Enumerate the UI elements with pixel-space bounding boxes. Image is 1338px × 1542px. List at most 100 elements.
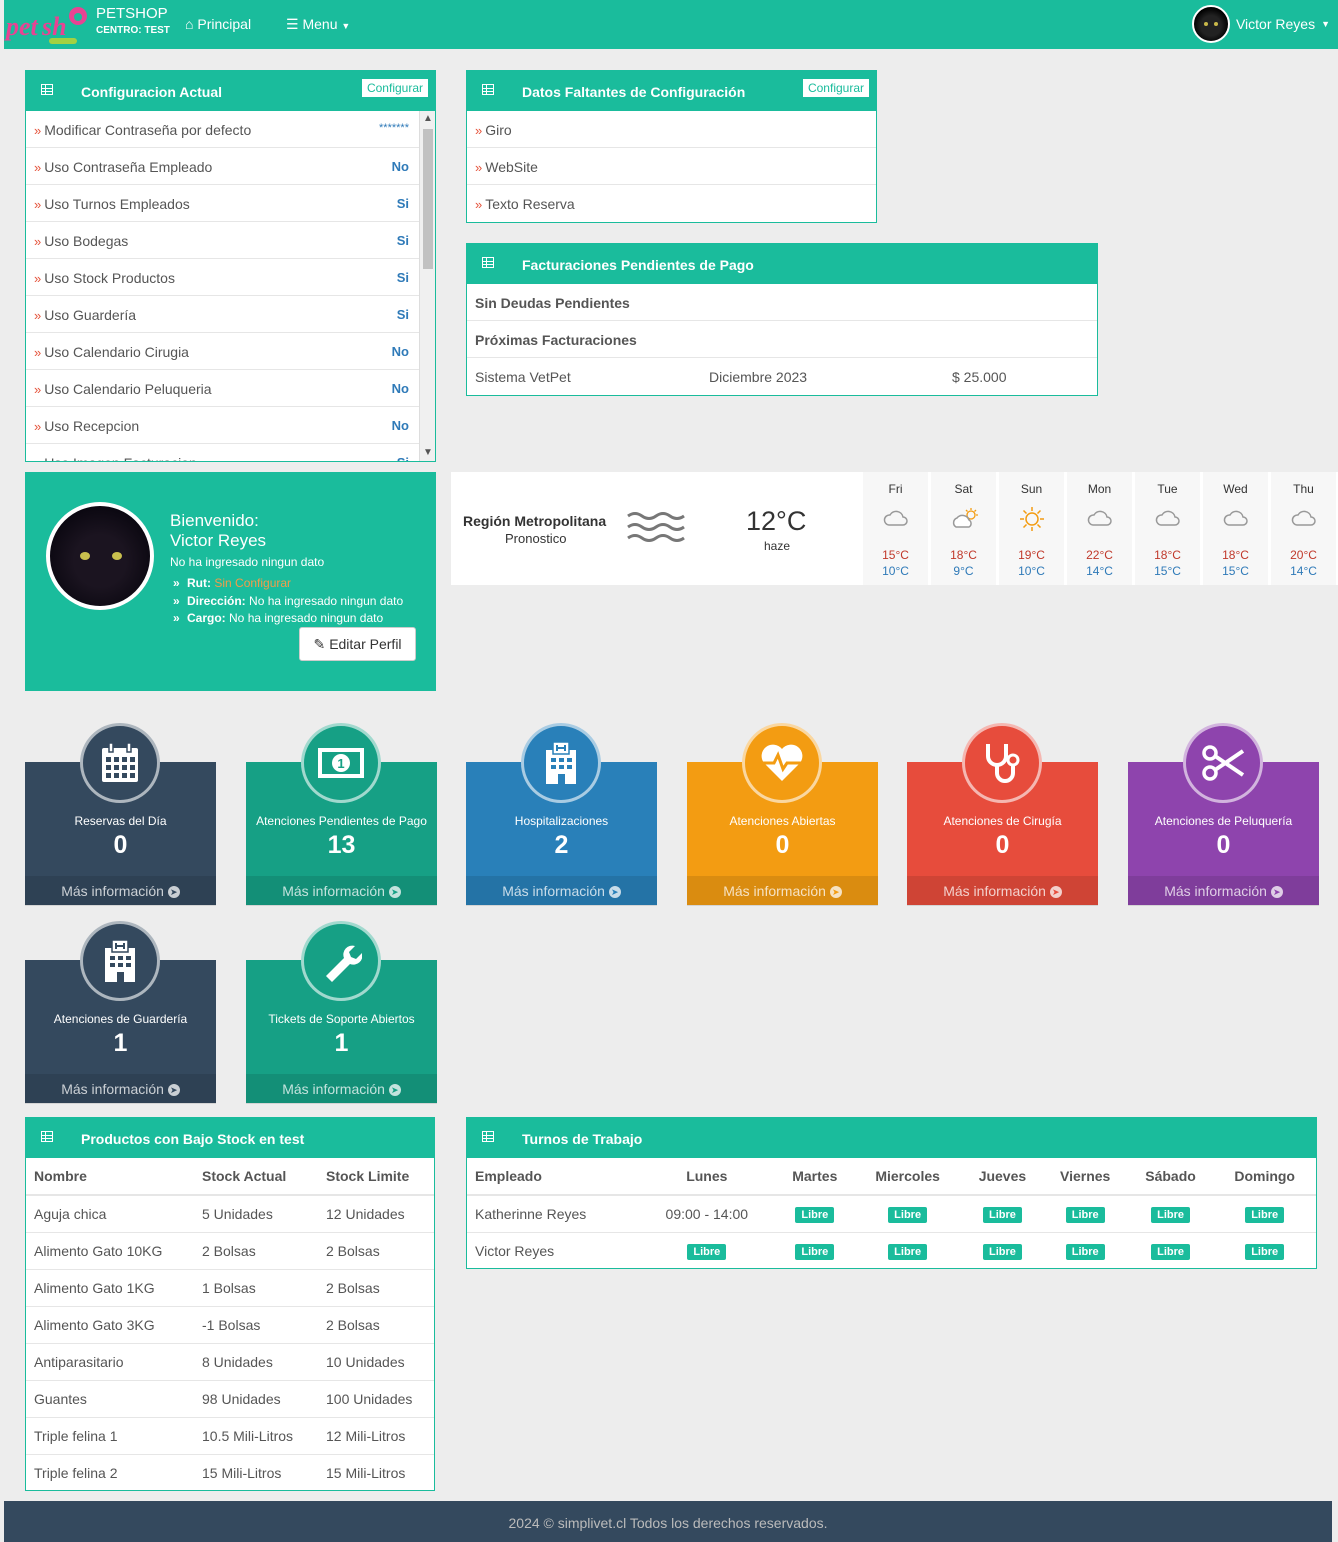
shifts-panel-header: Turnos de Trabajo <box>467 1118 1316 1158</box>
missing-panel-header: Datos Faltantes de Configuración Configu… <box>467 71 876 111</box>
more-info-label: Más información <box>502 883 605 899</box>
cloud-icon <box>1087 508 1113 531</box>
table-header[interactable]: Martes <box>776 1158 853 1196</box>
stat-box: Atenciones de Cirugía 0 Más información ➤ <box>907 723 1098 906</box>
table-icon <box>482 257 494 268</box>
more-info-link[interactable]: Más información ➤ <box>25 1074 216 1104</box>
table-row: Alimento Gato 1KG 1 Bolsas 2 Bolsas <box>26 1269 434 1307</box>
config-label-text: Uso Imagen Facturacion <box>44 455 197 461</box>
table-header[interactable]: Jueves <box>962 1158 1043 1196</box>
top-navbar: pet sh PETSHOP CENTRO: TEST ⌂ Principal … <box>4 0 1338 49</box>
config-label-text: Uso Contraseña Empleado <box>44 159 213 175</box>
table-cell: Libre <box>776 1195 853 1233</box>
forecast-low: 15°C <box>1222 564 1249 578</box>
weather-region: Región Metropolitana <box>463 513 607 529</box>
config-row-value: Si <box>396 270 409 285</box>
stat-value: 13 <box>327 831 356 859</box>
edit-profile-button[interactable]: ✎ Editar Perfil <box>299 627 416 661</box>
billing-panel-header: Facturaciones Pendientes de Pago <box>467 244 1097 284</box>
more-info-link[interactable]: Más información ➤ <box>687 876 878 906</box>
edit-profile-label: Editar Perfil <box>329 636 402 652</box>
table-cell: Libre <box>1128 1232 1214 1269</box>
nav-home-label: Principal <box>197 16 252 32</box>
petshop-logo[interactable]: pet sh <box>4 0 92 49</box>
profile-card: Bienvenido: Victor Reyes No ha ingresado… <box>25 472 436 691</box>
brand-title: PETSHOP <box>96 5 168 22</box>
scroll-thumb[interactable] <box>423 129 433 269</box>
stat-value: 0 <box>995 831 1010 859</box>
config-row: » Uso Guardería Si <box>26 296 419 333</box>
svg-text:1: 1 <box>337 756 344 771</box>
table-header[interactable]: Domingo <box>1213 1158 1316 1196</box>
stat-box: Reservas del Día 0 Más información ➤ <box>25 723 216 906</box>
more-info-link[interactable]: Más información ➤ <box>246 876 437 906</box>
stat-caption: Atenciones de Cirugía <box>943 814 1062 828</box>
table-header[interactable]: Nombre <box>26 1158 194 1196</box>
more-info-label: Más información <box>282 1081 385 1097</box>
config-scrollbar[interactable]: ▲ ▼ <box>419 111 435 461</box>
table-cell: Alimento Gato 3KG <box>26 1306 194 1344</box>
table-header[interactable]: Sábado <box>1127 1158 1214 1196</box>
table-cell: Triple felina 2 <box>34 1464 118 1481</box>
shift-status-badge: Libre <box>1151 1206 1190 1223</box>
user-name: Victor Reyes <box>1235 16 1316 32</box>
more-info-label: Más información <box>1164 883 1267 899</box>
config-row-value: No <box>391 159 409 174</box>
table-header[interactable]: Empleado <box>467 1158 637 1196</box>
table-cell: Katherinne Reyes <box>467 1195 637 1233</box>
table-row: Triple felina 1 10.5 Mili-Litros 12 Mili-L… <box>26 1417 434 1455</box>
more-info-link[interactable]: Más información ➤ <box>25 876 216 906</box>
user-menu[interactable]: Victor Reyes ▼ <box>1191 4 1330 44</box>
configure-button[interactable]: Configurar <box>802 79 869 97</box>
more-info-link[interactable]: Más información ➤ <box>1128 876 1319 906</box>
table-header[interactable]: Viernes <box>1042 1158 1128 1196</box>
edit-icon: ✎ <box>313 635 326 652</box>
heartbeat-icon <box>742 723 822 803</box>
table-icon <box>482 1131 494 1142</box>
stat-box: 1 Atenciones Pendientes de Pago 13 Más info… <box>246 723 437 906</box>
rut-label: Rut: <box>187 576 211 590</box>
forecast-low: 10°C <box>882 564 909 578</box>
more-info-link[interactable]: Más información ➤ <box>246 1074 437 1104</box>
svg-text:sh: sh <box>41 12 67 41</box>
partly-sunny-icon <box>951 508 981 533</box>
table-cell: Libre <box>1043 1232 1128 1269</box>
nav-home-link[interactable]: ⌂ Principal <box>185 16 251 32</box>
more-info-link[interactable]: Más información ➤ <box>907 876 1098 906</box>
wrench-icon <box>301 921 381 1001</box>
config-row-value: No <box>391 381 409 396</box>
table-row: Antiparasitario 8 Unidades 10 Unidades <box>26 1343 434 1381</box>
stat-value: 1 <box>334 1029 349 1057</box>
config-row: » Uso Recepcion No <box>26 407 419 444</box>
table-cell: Antiparasitario <box>26 1343 194 1381</box>
table-cell: Libre <box>1213 1195 1316 1233</box>
config-row-label: » Modificar Contraseña por defecto <box>34 122 251 138</box>
nav-menu-dropdown[interactable]: ☰ Menu ▼ <box>286 16 350 33</box>
stat-caption: Tickets de Soporte Abiertos <box>268 1012 415 1026</box>
config-row-label: » Uso Calendario Peluqueria <box>34 381 212 397</box>
missing-data-panel: Datos Faltantes de Configuración Configu… <box>466 70 877 223</box>
configure-button[interactable]: Configurar <box>361 79 428 97</box>
brand-center: CENTRO: TEST <box>96 25 170 36</box>
shift-status-badge: Libre <box>1151 1243 1190 1260</box>
more-info-label: Más información <box>282 883 385 899</box>
cloud-icon <box>1291 508 1317 531</box>
scroll-down-icon[interactable]: ▼ <box>420 445 435 461</box>
forecast-low: 10°C <box>1018 564 1045 578</box>
config-row-value: Si <box>396 196 409 211</box>
billing-month: Diciembre 2023 <box>709 369 808 385</box>
chevron-right-icon: » <box>475 160 483 175</box>
missing-row-label: » WebSite <box>475 159 538 175</box>
table-header[interactable]: Stock Limite <box>318 1158 434 1196</box>
forecast-day: Mon 22°C 14°C <box>1066 472 1132 585</box>
more-info-link[interactable]: Más información ➤ <box>466 876 657 906</box>
table-header[interactable]: Lunes <box>637 1158 777 1196</box>
profile-name: Victor Reyes <box>170 531 267 550</box>
missing-row-label: » Texto Reserva <box>475 196 575 212</box>
forecast-low: 14°C <box>1290 564 1317 578</box>
table-row: Alimento Gato 10KG 2 Bolsas 2 Bolsas <box>26 1232 434 1270</box>
shift-status-badge: Libre <box>795 1243 835 1260</box>
scroll-up-icon[interactable]: ▲ <box>420 111 435 127</box>
table-header[interactable]: Miercoles <box>852 1158 963 1196</box>
table-header[interactable]: Stock Actual <box>194 1158 318 1196</box>
